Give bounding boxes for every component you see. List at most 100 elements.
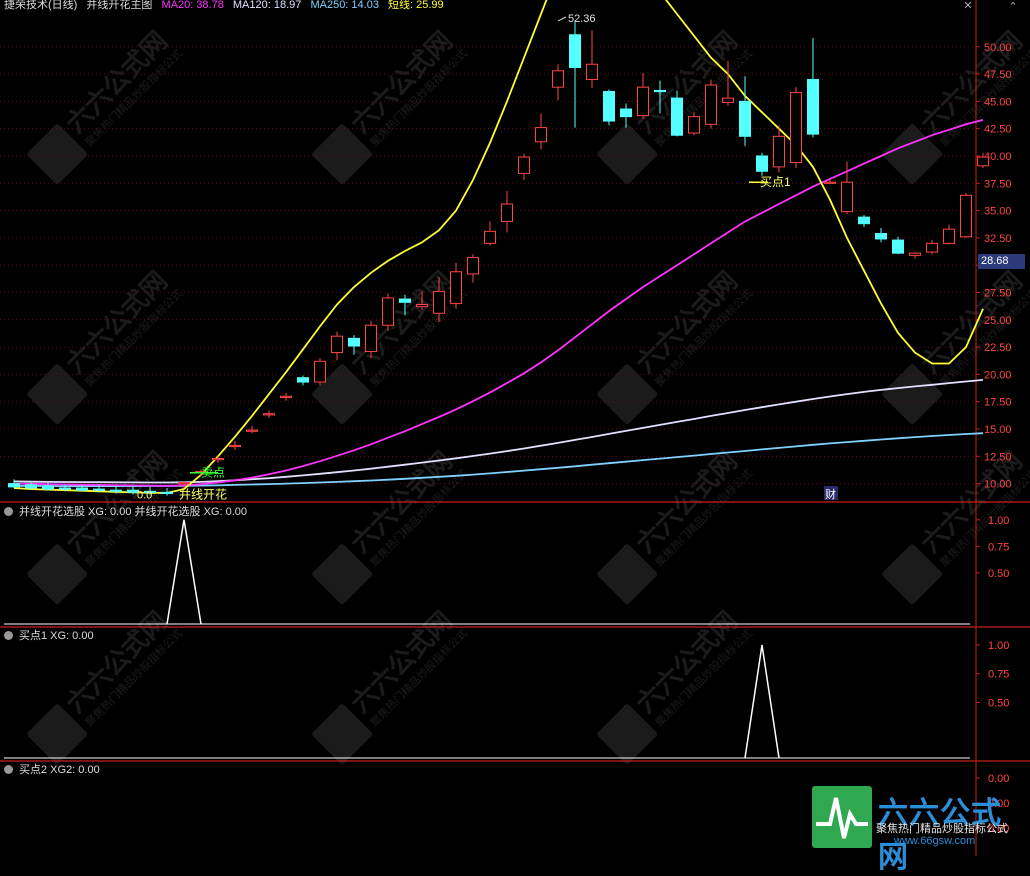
indicator-name[interactable]: 并线开花主图 bbox=[86, 0, 152, 11]
candle-body bbox=[773, 135, 785, 168]
site-logo: 六六公式网 聚焦热门精品炒股指标公式 www.66gsw.com bbox=[812, 786, 1024, 874]
candle-body bbox=[705, 84, 717, 125]
candle-body bbox=[943, 228, 955, 244]
watermark: 六六公式网聚焦热门精品炒股指标公式 bbox=[27, 445, 185, 605]
y-tick-label: 10.00 bbox=[984, 479, 1012, 491]
y-tick-label: 22.50 bbox=[984, 342, 1012, 354]
signal-spike bbox=[744, 644, 780, 759]
candle-body bbox=[331, 335, 343, 354]
candle-body bbox=[484, 230, 496, 244]
y-tick-label: 12.50 bbox=[984, 451, 1012, 463]
candle-body bbox=[433, 290, 445, 314]
y-tick-label: 0.75 bbox=[988, 669, 1009, 681]
watermark: 六六公式网聚焦热门精品炒股指标公式 bbox=[312, 605, 470, 765]
y-tick-label: 17.50 bbox=[984, 397, 1012, 409]
watermark: 六六公式网聚焦热门精品炒股指标公式 bbox=[27, 265, 185, 425]
candle-body bbox=[93, 488, 105, 491]
candle-body bbox=[926, 242, 938, 253]
candle-body bbox=[739, 100, 751, 137]
candle-body bbox=[42, 485, 54, 490]
y-tick-label: 45.00 bbox=[984, 96, 1012, 108]
candle-body bbox=[382, 297, 394, 326]
y-tick-label: 32.50 bbox=[984, 233, 1012, 245]
main-chart-header: 捷荣技术(日线) 并线开花主图 MA20: 38.78 MA120: 18.97… bbox=[4, 0, 450, 12]
candle-body bbox=[977, 156, 989, 167]
candle-body bbox=[280, 395, 292, 398]
candle-body bbox=[467, 257, 479, 275]
ma250-readout: MA250: 14.03 bbox=[310, 0, 379, 11]
candle-body bbox=[365, 324, 377, 352]
panel-toggle-icon[interactable] bbox=[4, 507, 13, 516]
y-tick-label: 20.00 bbox=[984, 369, 1012, 381]
y-tick-label: 0.75 bbox=[988, 541, 1009, 553]
watermark: 六六公式网聚焦热门精品炒股指标公式 bbox=[312, 25, 470, 185]
candle-body bbox=[756, 155, 768, 172]
candle-body bbox=[841, 181, 853, 213]
y-tick-label: 0.00 bbox=[988, 773, 1009, 785]
small-value-label: 0.0 bbox=[137, 489, 152, 501]
candle-body bbox=[59, 487, 71, 490]
watermark: 六六公式网聚焦热门精品炒股指标公式 bbox=[27, 25, 185, 185]
y-tick-label: 35.00 bbox=[984, 206, 1012, 218]
candle-body bbox=[25, 484, 37, 489]
high-price-label: 52.36 bbox=[568, 13, 596, 25]
y-tick-label: 1.00 bbox=[988, 640, 1009, 652]
candle-body bbox=[348, 337, 360, 347]
high-pointer bbox=[557, 16, 567, 22]
candle-body bbox=[518, 156, 530, 174]
candle-body bbox=[76, 487, 88, 491]
short-line-readout: 短线: 25.99 bbox=[388, 0, 444, 11]
y-tick-label: 1.00 bbox=[988, 515, 1009, 527]
chevron-up-icon[interactable]: ⌃ bbox=[1006, 0, 1020, 14]
ma20-readout: MA20: 38.78 bbox=[161, 0, 224, 11]
panel3-header: 买点1 XG: 0.00 bbox=[4, 629, 100, 643]
panel-toggle-icon[interactable] bbox=[4, 631, 13, 640]
current-price-tag: 28.68 bbox=[978, 254, 1025, 269]
candle-body bbox=[161, 491, 173, 495]
y-tick-label: 15.00 bbox=[984, 424, 1012, 436]
y-tick-label: 0.50 bbox=[988, 697, 1009, 709]
candle-body bbox=[552, 70, 564, 88]
logo-mark-icon bbox=[812, 786, 872, 848]
candle-body bbox=[246, 429, 258, 432]
candle-body bbox=[875, 233, 887, 240]
candle-body bbox=[110, 489, 122, 492]
candle-body bbox=[263, 413, 275, 416]
candle-body bbox=[807, 79, 819, 135]
candle-body bbox=[569, 34, 581, 69]
candle-body bbox=[637, 86, 649, 117]
candle-body bbox=[824, 181, 836, 184]
watermark: 六六公式网聚焦热门精品炒股指标公式 bbox=[597, 445, 755, 605]
candle-body bbox=[229, 444, 241, 448]
y-tick-label: 42.50 bbox=[984, 124, 1012, 136]
panel3-label: 买点1 XG: 0.00 bbox=[19, 630, 94, 642]
y-tick-label: 37.50 bbox=[984, 178, 1012, 190]
y-tick-label: 27.50 bbox=[984, 287, 1012, 299]
chart-window: 六六公式网 聚焦热门精品炒股指标公式 六六公式网 聚焦热门精品炒股指标公式 六六公式网聚… bbox=[0, 0, 1030, 874]
fin-badge-label: 财 bbox=[825, 487, 836, 501]
bing-xian-kai-hua-label: 并线开花 bbox=[179, 486, 227, 501]
logo-slogan: 聚焦热门精品炒股指标公式 bbox=[876, 823, 1008, 835]
watermark: 六六公式网聚焦热门精品炒股指标公式 bbox=[597, 265, 755, 425]
chart-canvas[interactable]: 六六公式网聚焦热门精品炒股指标公式 六六公式网聚焦热门精品炒股指标公式 六六公式网聚… bbox=[0, 0, 1030, 856]
candle-body bbox=[297, 377, 309, 383]
close-icon[interactable]: ✕ bbox=[962, 0, 974, 12]
candle-body bbox=[671, 97, 683, 136]
stock-title: 捷荣技术(日线) bbox=[4, 0, 78, 11]
candle-body bbox=[8, 483, 20, 488]
y-tick-label: 25.00 bbox=[984, 315, 1012, 327]
series-line-ma20 bbox=[13, 119, 984, 487]
candle-body bbox=[501, 203, 513, 223]
candle-body bbox=[450, 271, 462, 304]
candle-body bbox=[314, 360, 326, 383]
candle-body bbox=[416, 304, 428, 308]
panel4-header: 买点2 XG2: 0.00 bbox=[4, 763, 106, 777]
candle-body bbox=[892, 239, 904, 254]
candle-body bbox=[909, 252, 921, 256]
panel-toggle-icon[interactable] bbox=[4, 765, 13, 774]
watermark: 六六公式网聚焦热门精品炒股指标公式 bbox=[597, 605, 755, 765]
panel2-label: 并线开花选股 XG: 0.00 并线开花选股 XG: 0.00 bbox=[19, 506, 247, 518]
candle-body bbox=[586, 63, 598, 81]
candle-body bbox=[722, 97, 734, 103]
panel4-label: 买点2 XG2: 0.00 bbox=[19, 764, 100, 776]
